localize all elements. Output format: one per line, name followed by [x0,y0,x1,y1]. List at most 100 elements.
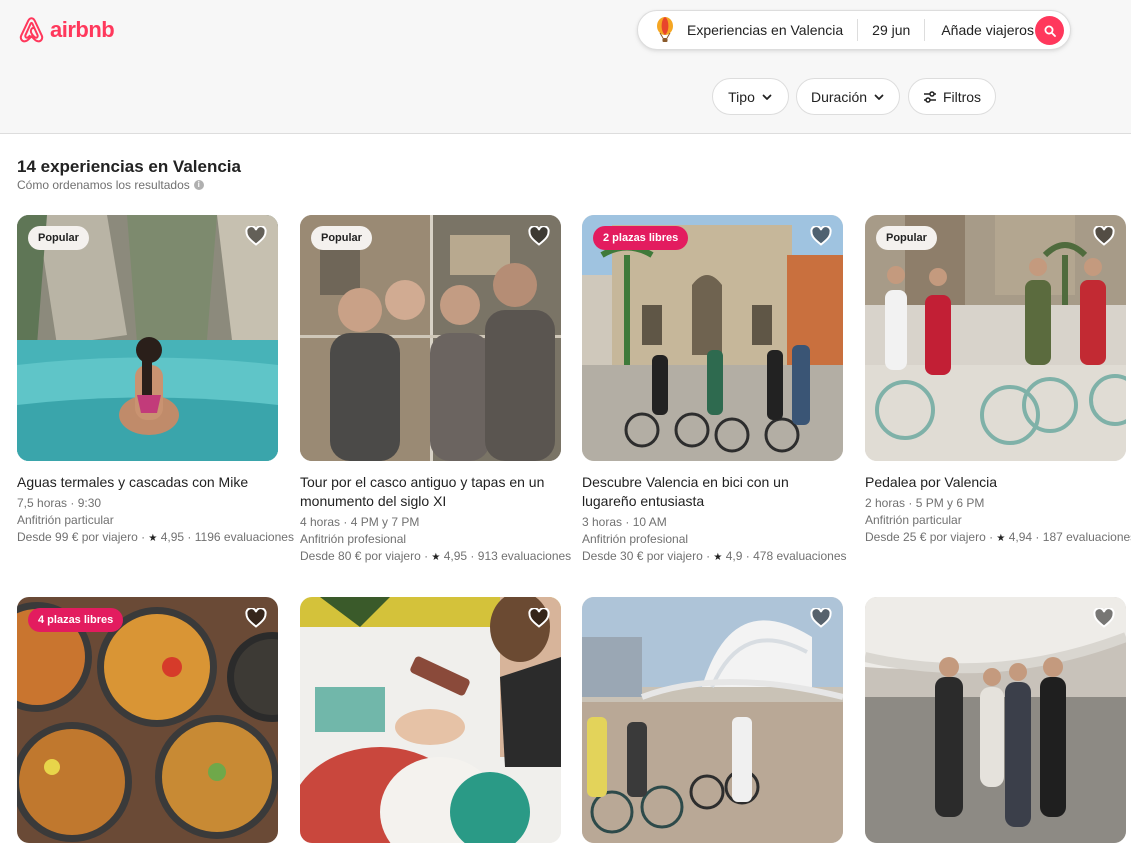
star-icon: ★ [996,533,1006,544]
card-image[interactable]: Popular [300,215,561,461]
availability-badge: 4 plazas libres [28,608,124,632]
search-guests-text: Añade viajeros [941,22,1034,38]
card-duration: 2 horas · 5 PM y 6 PM [865,496,985,510]
brand-name: airbnb [50,17,115,42]
rating-value: 4,95 [160,530,185,544]
walking-tour-photo [865,597,1126,843]
card-duration: 7,5 horas · 9:30 [17,496,102,510]
paella-photo [17,597,278,843]
price-text: Desde 25 € por viajero · [865,530,994,544]
search-icon [1044,25,1056,37]
favorite-button[interactable] [1093,608,1115,628]
price-text: Desde 30 € por viajero · [582,549,711,563]
popular-badge: Popular [876,226,937,250]
filter-duracion-label: Duración [810,88,868,105]
search-location-text: Experiencias en Valencia [687,22,844,38]
airbnb-logo-icon [19,17,44,43]
card-title[interactable]: Tour por el casco antiguo y tapas en un … [300,473,561,511]
filter-tipo-button[interactable]: Tipo [712,78,789,115]
hot-springs-photo [17,215,278,461]
card-image[interactable]: Popular [865,215,1126,461]
favorite-button[interactable] [528,226,550,246]
star-icon: ★ [431,552,441,563]
card-image[interactable]: 4 plazas libres [17,597,278,843]
hot-air-balloon-icon [657,17,673,42]
airbnb-logo[interactable]: airbnb [17,15,115,45]
cycling-group-photo [865,215,1126,461]
heart-icon [810,226,832,246]
experience-card[interactable]: 2 plazas libres Descubre Valencia en bic… [582,215,847,566]
filter-filtros-button[interactable]: Filtros [908,78,996,115]
heart-icon [528,226,550,246]
experience-card[interactable]: Popular Tour por el casco antiguo y tapa… [300,215,572,566]
search-location[interactable]: Experiencias en Valencia [638,11,857,49]
card-image[interactable] [582,597,843,843]
heart-icon [1093,608,1115,628]
experience-card[interactable]: Popular Pedalea por Valencia 2 horas · 5… [865,215,1131,547]
review-count: 1196 evaluaciones [194,530,294,544]
card-image[interactable]: Popular [17,215,278,461]
card-price: Desde 80 € por viajero · ★ 4,95 · 913 ev… [300,549,572,563]
popular-badge: Popular [28,226,89,250]
card-title[interactable]: Aguas termales y cascadas con Mike [17,473,278,492]
search-button[interactable] [1035,16,1064,45]
review-count: 913 evaluaciones [477,549,572,563]
experience-card[interactable] [300,597,561,843]
filter-tipo-label: Tipo [728,88,755,105]
results-title: 14 experiencias en Valencia [17,157,241,176]
card-image[interactable] [300,597,561,843]
heart-icon [1093,226,1115,246]
filter-duracion-button[interactable]: Duración [796,78,900,115]
experience-card[interactable] [865,597,1126,843]
card-host-type: Anfitrión particular [17,513,114,527]
results-sort-info-link[interactable]: Cómo ordenamos los resultados i [17,178,204,192]
card-image[interactable] [865,597,1126,843]
info-icon: i [193,180,204,190]
sliders-icon [923,90,936,103]
search-bar[interactable]: Experiencias en Valencia 29 jun Añade vi… [637,10,1071,50]
search-guests[interactable]: Añade viajeros [925,11,1048,49]
heart-icon [528,608,550,628]
card-title[interactable]: Descubre Valencia en bici con un lugareñ… [582,473,843,511]
experience-card[interactable]: 4 plazas libres [17,597,278,843]
card-image[interactable]: 2 plazas libres [582,215,843,461]
card-duration: 3 horas · 10 AM [582,515,667,529]
favorite-button[interactable] [1093,226,1115,246]
bike-tour-photo [582,215,843,461]
card-duration: 4 horas · 4 PM y 7 PM [300,515,420,529]
card-price: Desde 30 € por viajero · ★ 4,9 · 478 eva… [582,549,847,563]
favorite-button[interactable] [245,226,267,246]
favorite-button[interactable] [245,608,267,628]
chevron-down-icon [762,94,772,100]
favorite-button[interactable] [528,608,550,628]
search-date[interactable]: 29 jun [858,11,924,49]
heart-icon [245,226,267,246]
rating-value: 4,9 [725,549,743,563]
rating-value: 4,95 [443,549,468,563]
old-town-tour-photo [300,215,561,461]
favorite-button[interactable] [810,226,832,246]
review-count: 187 evaluaciones [1042,530,1131,544]
price-text: Desde 99 € por viajero · [17,530,146,544]
popular-badge: Popular [311,226,372,250]
rating-value: 4,94 [1008,530,1033,544]
heart-icon [810,608,832,628]
heart-icon [245,608,267,628]
arts-sciences-bike-photo [582,597,843,843]
review-count: 478 evaluaciones [753,549,847,563]
favorite-button[interactable] [810,608,832,628]
card-price: Desde 99 € por viajero · ★ 4,95 · 1196 e… [17,530,294,544]
chevron-down-icon [874,94,884,100]
card-title[interactable]: Pedalea por Valencia [865,473,1126,492]
painting-workshop-photo [300,597,561,843]
results-subtitle: Cómo ordenamos los resultados [17,178,190,192]
card-host-type: Anfitrión profesional [300,532,407,546]
star-icon: ★ [148,533,158,544]
star-icon: ★ [713,552,723,563]
experience-card[interactable]: Popular Aguas termales y cascadas con Mi… [17,215,294,547]
search-date-text: 29 jun [872,22,911,38]
experience-card[interactable] [582,597,843,843]
filter-filtros-label: Filtros [942,88,982,105]
price-text: Desde 80 € por viajero · [300,549,429,563]
card-host-type: Anfitrión profesional [582,532,689,546]
